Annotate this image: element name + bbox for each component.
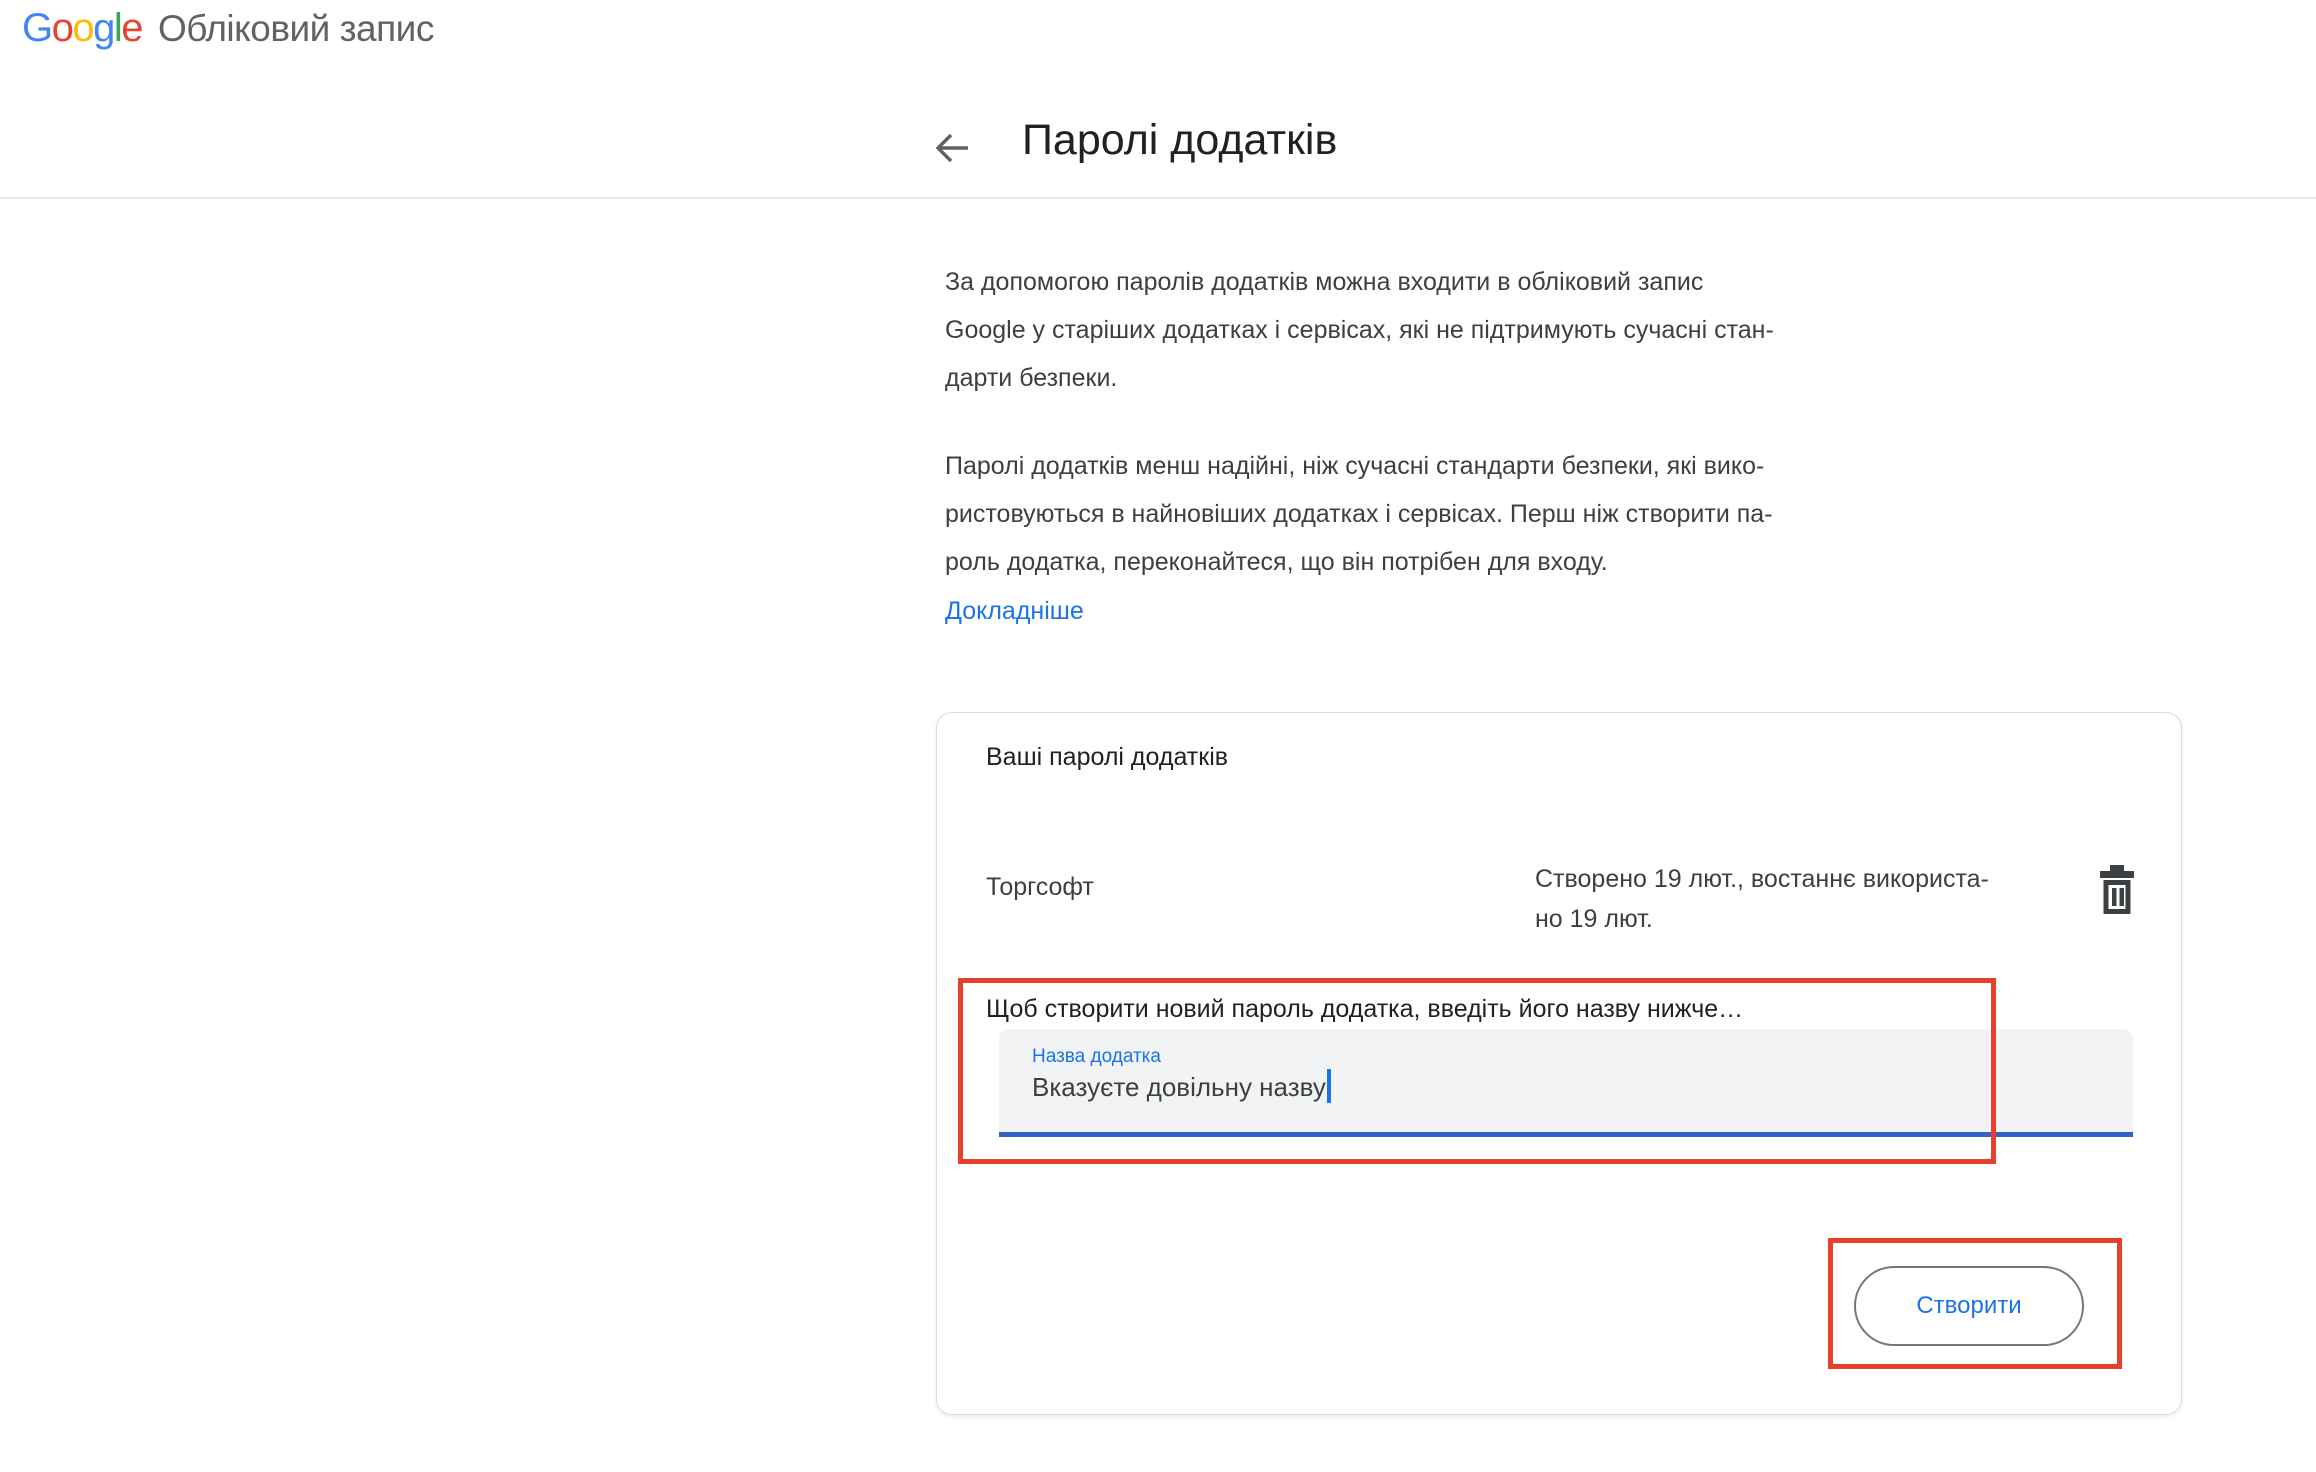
card-title: Ваші паролі додатків xyxy=(986,743,1228,772)
account-product-label: Обліковий запис xyxy=(158,8,434,50)
learn-more-link[interactable]: Докладніше xyxy=(945,592,1084,630)
trash-icon xyxy=(2098,865,2136,922)
arrow-left-icon xyxy=(929,125,975,176)
logo-letter: g xyxy=(93,6,114,50)
password-name: Торгсофт xyxy=(986,873,1094,902)
logo-letter: o xyxy=(72,6,93,50)
create-password-prompt: Щоб створити новий пароль додатка, введі… xyxy=(986,995,1986,1024)
logo-letter: e xyxy=(121,6,142,50)
back-button[interactable] xyxy=(928,126,976,174)
intro-paragraph-1: За допомогою паролів додатків можна вход… xyxy=(945,258,2065,402)
text-cursor xyxy=(1327,1069,1331,1103)
page-title: Паролі додатків xyxy=(1022,116,1337,165)
input-focus-underline xyxy=(999,1132,2133,1137)
password-meta: Створено 19 лют., востаннє використа- но… xyxy=(1535,859,2095,939)
create-button[interactable]: Створити xyxy=(1854,1266,2084,1346)
app-header: Google Обліковий запис xyxy=(22,6,434,51)
intro-section: За допомогою паролів додатків можна вход… xyxy=(945,258,2065,630)
app-name-input[interactable]: Назва додатка Вказуєте довільну назву xyxy=(999,1029,2133,1132)
app-passwords-card: Ваші паролі додатків Торгсофт Створено 1… xyxy=(936,712,2182,1415)
header-divider xyxy=(0,197,2316,199)
intro-paragraph-2: Паролі додатків менш надійні, ніж сучасн… xyxy=(945,442,2065,586)
delete-password-button[interactable] xyxy=(2089,865,2145,929)
app-name-input-value: Вказуєте довільну назву xyxy=(1032,1069,1331,1103)
google-logo: Google xyxy=(22,6,142,51)
logo-letter: G xyxy=(22,6,52,50)
logo-letter: o xyxy=(52,6,73,50)
app-name-input-label: Назва додатка xyxy=(1032,1046,1161,1068)
